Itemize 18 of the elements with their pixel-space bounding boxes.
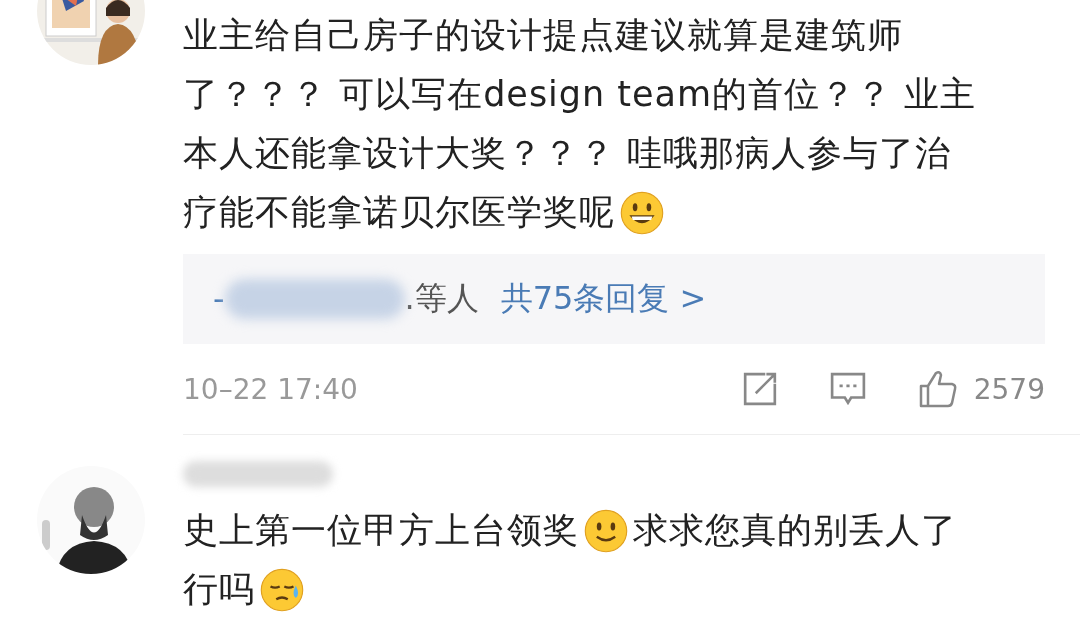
share-icon[interactable] bbox=[741, 371, 778, 407]
smiling-face-icon bbox=[583, 507, 629, 554]
reply-others-text: .等人 bbox=[404, 278, 479, 319]
comment-text: 本人还能拿设计大奖？？？ 哇哦那病人参与了治 bbox=[183, 132, 952, 175]
comment-text: 业主给自己房子的设计提点建议就算是建筑师 bbox=[183, 14, 903, 57]
grinning-face-icon bbox=[619, 189, 665, 236]
comment-text: 求求您真的别丢人了 bbox=[633, 509, 957, 552]
all-replies-link[interactable]: 共75条回复 > bbox=[500, 277, 707, 321]
comment-text: 了？？？ 可以写在design team的首位？？ 业主 bbox=[183, 73, 977, 116]
sweating-face-icon bbox=[259, 566, 305, 613]
comment-text: 行吗 bbox=[183, 568, 255, 611]
comment-icon[interactable] bbox=[829, 371, 866, 407]
comment-time: 10–22 17:40 bbox=[183, 372, 358, 406]
comment-text: 史上第一位甲方上台领奖 bbox=[183, 509, 579, 552]
comment-text: 疗能不能拿诺贝尔医学奖呢 bbox=[183, 191, 615, 234]
like-button[interactable]: 2579 bbox=[917, 369, 1045, 409]
thumbs-up-icon bbox=[917, 369, 958, 409]
reply-author-link[interactable]: - bbox=[213, 280, 225, 318]
